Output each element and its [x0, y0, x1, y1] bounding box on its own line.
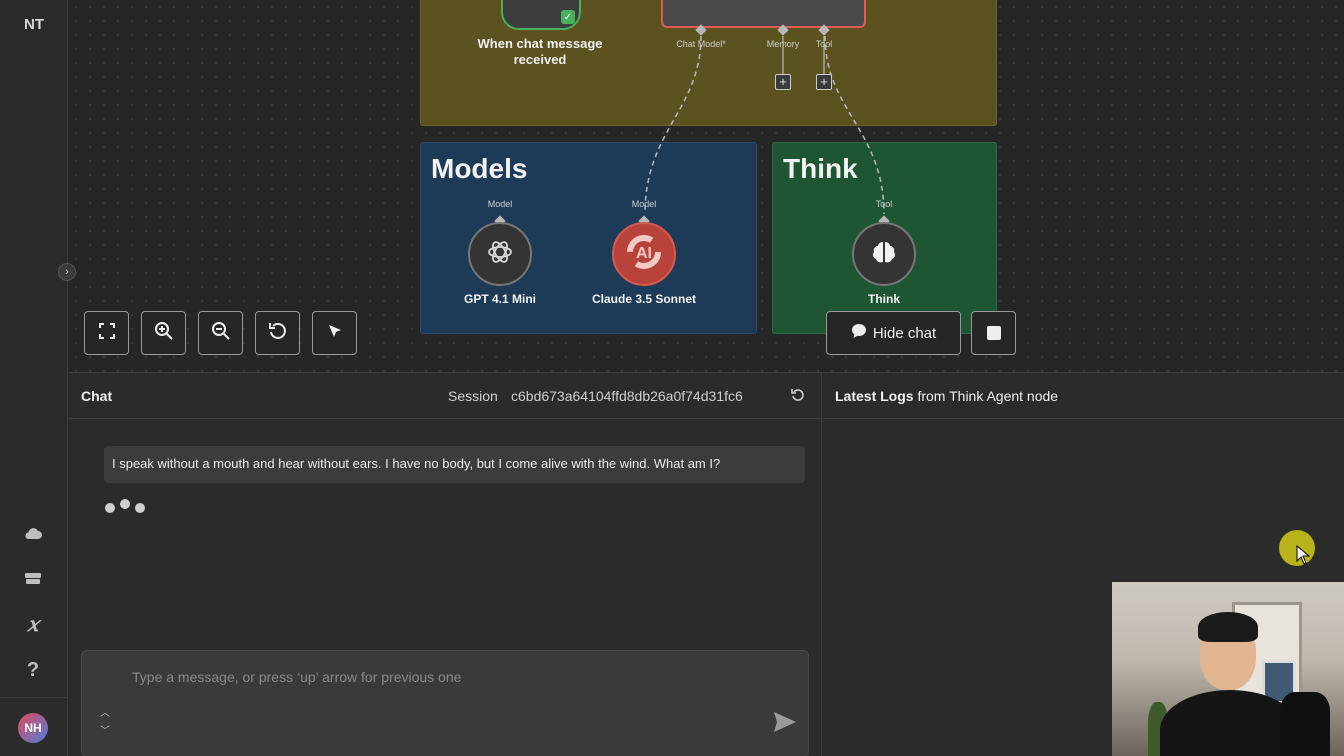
chat-model-port-label: Chat Model* [676, 39, 726, 49]
zoom-out-button[interactable] [198, 311, 243, 355]
gpt-port-label: Model [487, 199, 513, 209]
gpt-model-node[interactable] [468, 222, 532, 286]
session-id: c6bd673a64104ffd8db26a0f74d31fc6 [511, 388, 743, 404]
openai-icon [486, 238, 514, 271]
think-port-label: Tool [875, 199, 893, 209]
hide-chat-label: Hide chat [872, 324, 937, 342]
chat-header: Chat Session c6bd673a64104ffd8db26a0f74d… [69, 373, 822, 419]
chevron-right-icon: › [65, 266, 69, 278]
sidebar-divider [0, 697, 68, 698]
user-avatar[interactable]: NH [18, 713, 48, 743]
tidy-up-button[interactable] [312, 311, 357, 355]
templates-icon[interactable] [19, 564, 47, 592]
anthropic-icon: AI [624, 232, 664, 277]
history-arrows[interactable]: ︿ ﹀ [98, 705, 112, 741]
hide-chat-button[interactable]: Hide chat [826, 311, 961, 355]
workflow-canvas[interactable]: Models Think ✓ When chat message receive… [69, 0, 1344, 372]
zoom-in-button[interactable] [141, 311, 186, 355]
typing-dot [135, 503, 145, 513]
left-sidebar: NT 𝑥 ? NH [0, 0, 68, 756]
send-icon[interactable] [772, 709, 798, 735]
typing-dot [105, 503, 115, 513]
chat-message-input[interactable] [132, 665, 772, 689]
think-tool-node[interactable] [852, 222, 916, 286]
wand-icon [325, 321, 345, 346]
stop-execution-button[interactable] [971, 311, 1016, 355]
chat-panel: Chat Session c6bd673a64104ffd8db26a0f74d… [69, 372, 822, 756]
app-root: NT 𝑥 ? NH Models Think ✓ When chat messa… [0, 0, 1344, 756]
svg-text:AI: AI [636, 245, 652, 262]
zoom-out-icon [211, 321, 231, 346]
chevron-up-icon[interactable]: ︿ [98, 705, 112, 723]
help-icon[interactable]: ? [19, 656, 47, 684]
think-tool-label: Think [868, 292, 900, 306]
tool-port-label: Tool [815, 39, 833, 49]
reset-session-icon[interactable] [789, 386, 807, 404]
webcam-overlay [1112, 582, 1344, 756]
session-label: Session [448, 388, 498, 404]
variables-icon[interactable]: 𝑥 [19, 610, 47, 638]
reset-zoom-button[interactable] [255, 311, 300, 355]
mouse-pointer-icon [1296, 544, 1311, 570]
chat-bubble-icon [851, 323, 867, 343]
webcam-person-hair [1198, 612, 1258, 642]
logs-title: Latest Logs from Think Agent node [835, 388, 1058, 404]
tools-agent-node[interactable] [661, 0, 866, 28]
chevron-down-icon[interactable]: ﹀ [98, 723, 112, 741]
typing-dot [120, 499, 130, 509]
logs-header: Latest Logs from Think Agent node [823, 373, 1344, 419]
webcam-microphone [1280, 692, 1330, 756]
add-memory-button[interactable]: + [775, 74, 791, 90]
undo-icon [268, 321, 288, 346]
fit-view-button[interactable] [84, 311, 129, 355]
fullscreen-icon [98, 322, 116, 345]
success-check-icon: ✓ [561, 10, 575, 24]
workspace-brand[interactable]: NT [0, 16, 68, 33]
logs-title-bold: Latest Logs [835, 388, 914, 404]
user-message: I speak without a mouth and hear without… [104, 446, 805, 483]
stop-icon [986, 326, 1001, 340]
chat-trigger-label: When chat message received [477, 36, 603, 67]
gpt-model-label: GPT 4.1 Mini [463, 292, 536, 306]
claude-model-label: Claude 3.5 Sonnet [591, 292, 697, 306]
claude-model-node[interactable]: AI [612, 222, 676, 286]
cloud-icon[interactable] [19, 519, 47, 547]
chat-title: Chat [81, 388, 113, 404]
chat-trigger-node[interactable]: ✓ [501, 0, 581, 30]
logs-title-rest: from Think Agent node [913, 388, 1059, 404]
typing-indicator [105, 499, 145, 513]
claude-port-label: Model [631, 199, 657, 209]
add-tool-button[interactable]: + [816, 74, 832, 90]
chat-input-box: ︿ ﹀ [81, 650, 809, 756]
zoom-in-icon [154, 321, 174, 346]
brain-icon [871, 240, 897, 269]
sidebar-expand-button[interactable]: › [58, 263, 76, 281]
